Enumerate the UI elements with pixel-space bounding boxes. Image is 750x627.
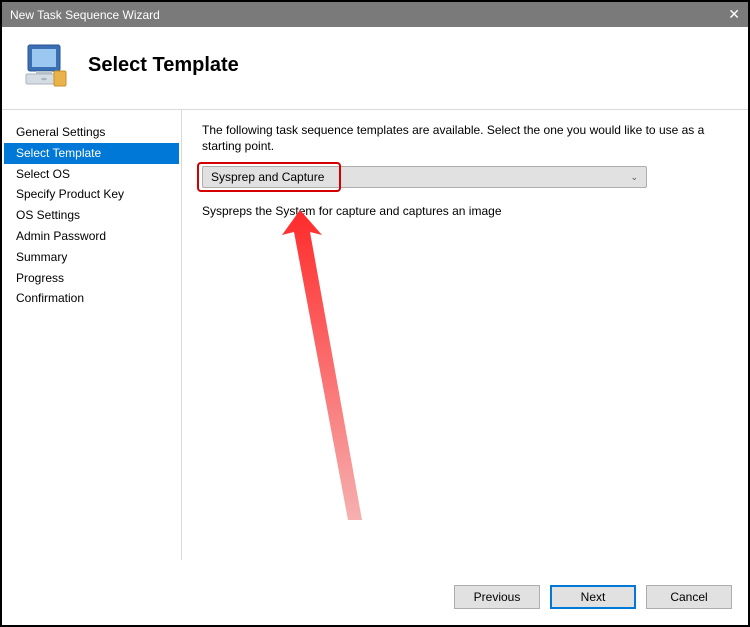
sidebar-item-os-settings[interactable]: OS Settings (4, 205, 179, 226)
wizard-content: The following task sequence templates ar… (182, 110, 748, 560)
next-button[interactable]: Next (550, 585, 636, 609)
sidebar-item-admin-password[interactable]: Admin Password (4, 226, 179, 247)
dropdown-value: Sysprep and Capture (211, 170, 324, 184)
wizard-footer: Previous Next Cancel (454, 585, 732, 609)
wizard-body: General SettingsSelect TemplateSelect OS… (2, 109, 748, 560)
wizard-window: New Task Sequence Wizard ✕ Select Templa… (0, 0, 750, 627)
chevron-down-icon: ⌄ (630, 172, 638, 183)
sidebar-item-general-settings[interactable]: General Settings (4, 122, 179, 143)
window-title: New Task Sequence Wizard (10, 8, 160, 22)
cancel-button[interactable]: Cancel (646, 585, 732, 609)
sidebar-item-progress[interactable]: Progress (4, 268, 179, 289)
sidebar-item-specify-product-key[interactable]: Specify Product Key (4, 184, 179, 205)
previous-button[interactable]: Previous (454, 585, 540, 609)
sidebar-item-confirmation[interactable]: Confirmation (4, 288, 179, 309)
sidebar-item-summary[interactable]: Summary (4, 247, 179, 268)
template-dropdown[interactable]: Sysprep and Capture ⌄ (202, 166, 647, 188)
computer-icon (22, 41, 70, 89)
close-icon[interactable]: ✕ (728, 6, 740, 23)
template-description: Syspreps the System for capture and capt… (202, 204, 728, 218)
annotation-arrow (252, 210, 452, 540)
titlebar: New Task Sequence Wizard ✕ (2, 2, 748, 27)
wizard-sidebar: General SettingsSelect TemplateSelect OS… (2, 110, 182, 560)
wizard-header: Select Template (2, 27, 748, 109)
sidebar-item-select-template[interactable]: Select Template (4, 143, 179, 164)
sidebar-item-select-os[interactable]: Select OS (4, 164, 179, 185)
intro-text: The following task sequence templates ar… (202, 122, 728, 154)
page-title: Select Template (88, 54, 239, 77)
